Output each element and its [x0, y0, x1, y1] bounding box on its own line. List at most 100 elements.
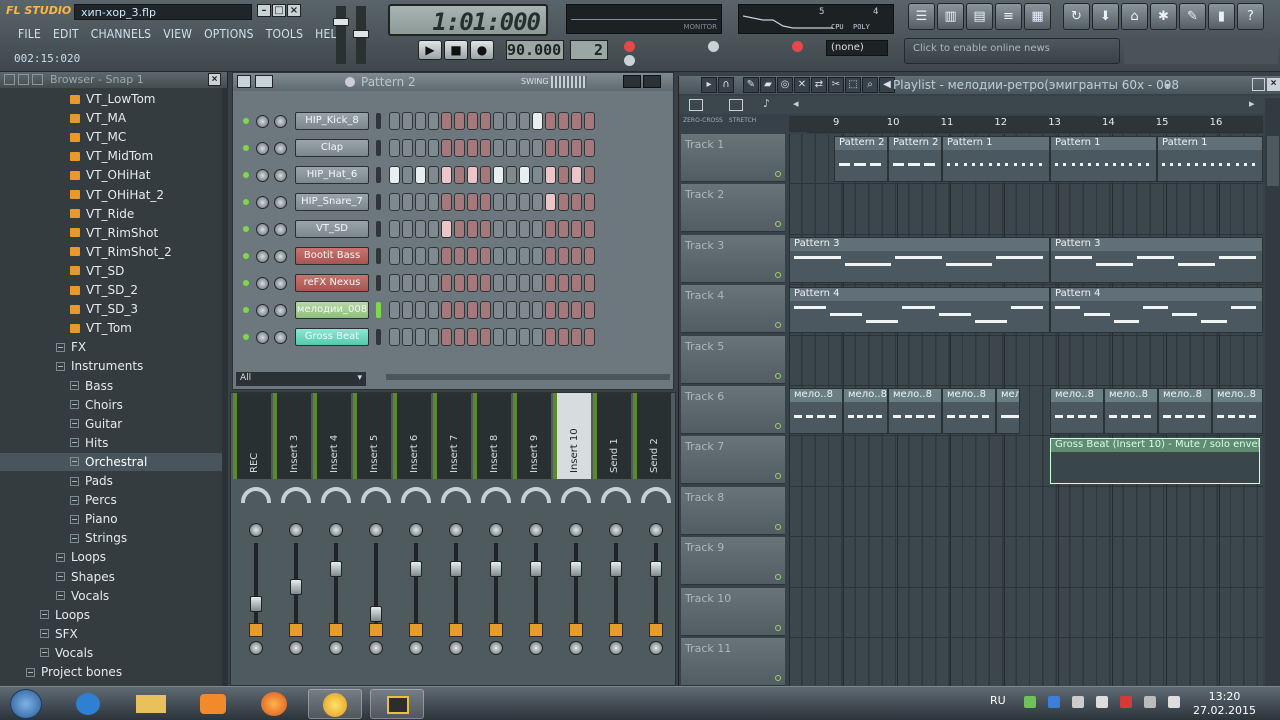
- mixer-stereo-knob[interactable]: [249, 523, 263, 537]
- track-header[interactable]: Track 5: [681, 335, 785, 384]
- taskbar-flstudio-icon[interactable]: [308, 689, 362, 719]
- channel-pan-knob[interactable]: [256, 250, 269, 263]
- step-button[interactable]: [389, 301, 400, 319]
- channel-volume-knob[interactable]: [274, 196, 287, 209]
- step-button[interactable]: [480, 166, 491, 184]
- playlist-clip[interactable]: Pattern 2: [834, 136, 888, 182]
- channel-volume-knob[interactable]: [274, 331, 287, 344]
- graph-editor-icon[interactable]: [623, 75, 641, 88]
- step-button[interactable]: [532, 220, 543, 238]
- step-button[interactable]: [428, 328, 439, 346]
- step-button[interactable]: [454, 139, 465, 157]
- browser-item[interactable]: Strings: [0, 529, 222, 547]
- track-header[interactable]: Track 7: [681, 436, 785, 485]
- step-button[interactable]: [415, 112, 426, 130]
- undo-icon[interactable]: ↻: [1063, 3, 1090, 30]
- step-button[interactable]: [415, 274, 426, 292]
- channel-select-indicator[interactable]: [376, 113, 381, 129]
- mixer-pan-knob[interactable]: [441, 487, 471, 503]
- channel-mute-led[interactable]: [243, 199, 249, 205]
- mixer-track-header[interactable]: Insert 3: [273, 393, 311, 479]
- channel-filter-dropdown[interactable]: All ▾: [236, 372, 366, 386]
- pattern-mode-icon[interactable]: [729, 99, 743, 111]
- track-mute-led[interactable]: [775, 675, 781, 681]
- step-button[interactable]: [467, 274, 478, 292]
- playlist-clip[interactable]: Pattern 1: [942, 136, 1050, 182]
- browser-item[interactable]: Hits: [0, 434, 222, 452]
- step-button[interactable]: [389, 220, 400, 238]
- mixer-volume-fader[interactable]: [530, 561, 542, 577]
- mixer-stereo-knob[interactable]: [569, 523, 583, 537]
- step-button[interactable]: [467, 328, 478, 346]
- step-button[interactable]: [480, 247, 491, 265]
- step-button[interactable]: [506, 274, 517, 292]
- blend-notes-icon[interactable]: [708, 41, 719, 52]
- taskbar-ie-icon[interactable]: [62, 689, 116, 719]
- language-indicator[interactable]: RU: [990, 694, 1006, 707]
- step-button[interactable]: [571, 220, 582, 238]
- channel-name-button[interactable]: VT_SD: [295, 220, 369, 238]
- mixer-stereo-knob[interactable]: [289, 523, 303, 537]
- step-button[interactable]: [428, 139, 439, 157]
- tray-usb-icon[interactable]: [1072, 696, 1084, 708]
- channel-rack-icon[interactable]: ▤: [966, 3, 993, 30]
- step-button[interactable]: [558, 193, 569, 211]
- step-button[interactable]: [532, 301, 543, 319]
- step-button[interactable]: [493, 274, 504, 292]
- tray-antivirus-icon[interactable]: [1120, 696, 1132, 708]
- playlist-clip[interactable]: мело..8: [942, 388, 996, 434]
- browser-item[interactable]: VT_OHiHat: [0, 166, 222, 184]
- step-button[interactable]: [441, 247, 452, 265]
- step-button[interactable]: [506, 247, 517, 265]
- playlist-clip[interactable]: мело..8: [1104, 388, 1158, 434]
- playlist-clip[interactable]: Pattern 3: [789, 236, 1050, 283]
- step-button[interactable]: [428, 274, 439, 292]
- track-header[interactable]: Track 10: [681, 587, 785, 636]
- channel-name-button[interactable]: Gross Beat: [295, 328, 369, 346]
- mixer-pan-knob[interactable]: [321, 487, 351, 503]
- browser-item[interactable]: Bass: [0, 377, 222, 395]
- step-button[interactable]: [389, 166, 400, 184]
- step-button[interactable]: [480, 274, 491, 292]
- step-button[interactable]: [506, 328, 517, 346]
- mixer-pan-knob[interactable]: [401, 487, 431, 503]
- mixer-send-knob[interactable]: [329, 641, 343, 655]
- browser-view-icon[interactable]: [18, 74, 29, 85]
- channel-mute-led[interactable]: [243, 172, 249, 178]
- channel-pan-knob[interactable]: [256, 304, 269, 317]
- channel-mute-led[interactable]: [243, 253, 249, 259]
- mixer-volume-fader[interactable]: [410, 561, 422, 577]
- mixer-fx-slot[interactable]: [609, 623, 623, 637]
- channel-volume-knob[interactable]: [274, 115, 287, 128]
- browser-item[interactable]: VT_SD_2: [0, 281, 222, 299]
- step-button[interactable]: [441, 112, 452, 130]
- channel-select-indicator[interactable]: [376, 248, 381, 264]
- step-button[interactable]: [558, 166, 569, 184]
- track-mute-led[interactable]: [775, 271, 781, 278]
- tempo-display[interactable]: 90.000: [506, 40, 564, 60]
- step-button[interactable]: [558, 328, 569, 346]
- step-button[interactable]: [571, 328, 582, 346]
- save-icon[interactable]: ⬇: [1092, 3, 1119, 30]
- magnet-icon[interactable]: ∩: [718, 77, 734, 93]
- step-button[interactable]: [428, 247, 439, 265]
- mixer-send-knob[interactable]: [489, 641, 503, 655]
- playlist-menu-icon[interactable]: ▸: [701, 77, 717, 93]
- channel-select-indicator[interactable]: [376, 302, 381, 318]
- step-button[interactable]: [519, 328, 530, 346]
- mixer-track-header[interactable]: Insert 9: [513, 393, 551, 479]
- step-button[interactable]: [545, 112, 556, 130]
- browser-item[interactable]: Instruments: [0, 357, 222, 375]
- step-button[interactable]: [545, 274, 556, 292]
- browser-item[interactable]: VT_Ride: [0, 205, 222, 223]
- browser-item[interactable]: Piano: [0, 510, 222, 528]
- mixer-volume-fader[interactable]: [650, 561, 662, 577]
- taskbar-clock[interactable]: 13:20 27.02.2015: [1193, 690, 1256, 718]
- playlist-clip[interactable]: мело..8: [789, 388, 843, 434]
- track-header[interactable]: Track 3: [681, 234, 785, 283]
- channel-volume-knob[interactable]: [274, 223, 287, 236]
- menu-channels[interactable]: CHANNELS: [85, 26, 157, 44]
- browser-item[interactable]: Guitar: [0, 415, 222, 433]
- track-header[interactable]: Track 6: [681, 386, 785, 434]
- step-button[interactable]: [532, 193, 543, 211]
